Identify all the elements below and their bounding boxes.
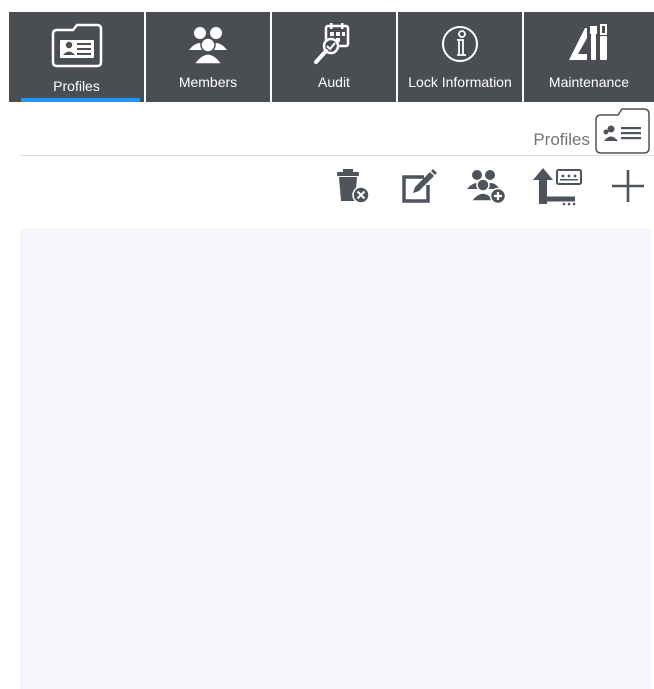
add-button[interactable]	[608, 166, 648, 210]
members-icon	[146, 12, 270, 72]
tab-label: Maintenance	[548, 74, 630, 90]
profiles-list-panel	[20, 228, 651, 689]
active-tab-indicator	[21, 98, 140, 102]
edit-icon	[398, 167, 438, 210]
add-members-icon	[463, 167, 509, 210]
profile-card-icon	[9, 12, 144, 72]
tab-maintenance[interactable]: Maintenance	[524, 12, 654, 102]
add-members-button[interactable]	[462, 166, 510, 210]
edit-button[interactable]	[396, 166, 440, 210]
tab-audit[interactable]: Audit	[272, 12, 398, 102]
tab-label: Profiles	[53, 78, 100, 94]
tab-members[interactable]: Members	[146, 12, 272, 102]
audit-icon	[272, 12, 396, 72]
top-tab-bar: Profiles Members Audit Lock Information …	[9, 12, 654, 102]
section-header: Profiles	[20, 103, 654, 156]
delete-button[interactable]	[330, 166, 374, 210]
info-icon	[398, 12, 522, 72]
action-toolbar	[0, 166, 654, 210]
tab-label: Audit	[318, 74, 350, 90]
tab-label: Lock Information	[408, 74, 512, 90]
section-title: Profiles	[533, 130, 590, 149]
upload-to-lock-button[interactable]	[531, 166, 585, 210]
maintenance-tools-icon	[524, 12, 654, 72]
tab-lock-information[interactable]: Lock Information	[398, 12, 524, 102]
plus-icon	[609, 167, 647, 210]
tab-label: Members	[178, 74, 238, 90]
tab-profiles[interactable]: Profiles	[9, 12, 146, 102]
upload-to-lock-icon	[531, 166, 585, 211]
profile-card-icon	[592, 105, 652, 160]
trash-delete-icon	[332, 167, 372, 210]
